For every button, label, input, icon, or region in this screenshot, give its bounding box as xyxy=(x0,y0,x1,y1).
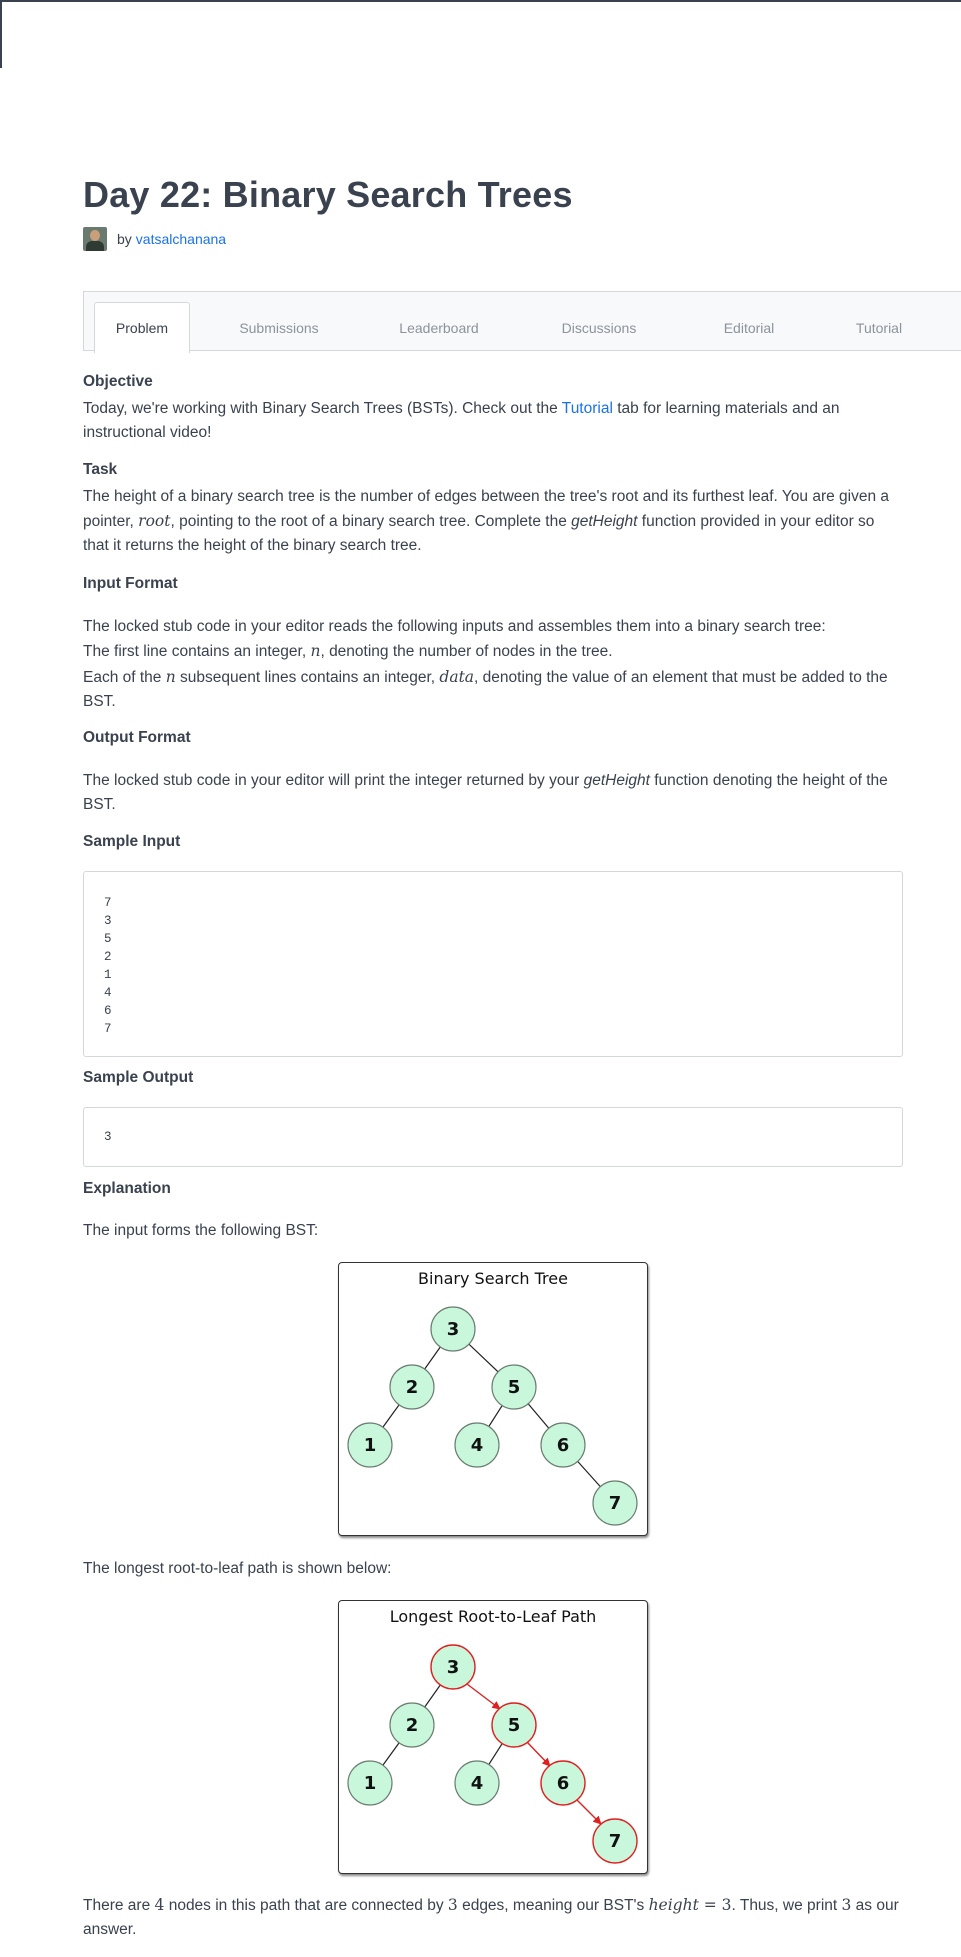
task-text: The height of a binary search tree is th… xyxy=(83,485,903,558)
tab-tutorial[interactable]: Tutorial xyxy=(824,304,934,352)
var-height: height xyxy=(648,1896,699,1914)
num-answer: 3 xyxy=(841,1896,852,1914)
task-text-b: , pointing to the root of a binary searc… xyxy=(170,513,572,530)
explanation-p1: The input forms the following BST: xyxy=(83,1222,319,1239)
input-p2-a: The first line contains an integer, xyxy=(83,643,311,660)
objective-heading: Objective xyxy=(83,373,153,390)
sample-output-box[interactable]: 3 xyxy=(83,1107,903,1167)
explanation-p2: The longest root-to-leaf path is shown b… xyxy=(83,1560,392,1577)
input-format-p1: The locked stub code in your editor read… xyxy=(83,618,826,635)
node-label-5: 5 xyxy=(508,1377,521,1398)
avatar-face xyxy=(90,230,100,241)
tutorial-link[interactable]: Tutorial xyxy=(562,400,613,417)
page-title: Day 22: Binary Search Trees xyxy=(83,174,573,215)
problem-tabs: Problem Submissions Leaderboard Discussi… xyxy=(83,291,961,353)
node-label-1: 1 xyxy=(364,1773,377,1794)
node-label-2: 2 xyxy=(406,1715,419,1736)
author-byline: by vatsalchanana xyxy=(83,226,226,252)
output-format-heading: Output Format xyxy=(83,729,191,746)
tab-submissions[interactable]: Submissions xyxy=(214,304,344,352)
input-format-heading: Input Format xyxy=(83,575,178,592)
input-p3-a: Each of the xyxy=(83,669,166,686)
expl-p3-d: . Thus, we print xyxy=(731,1897,842,1914)
output-format-text: The locked stub code in your editor will… xyxy=(83,769,903,817)
path-edge-6-7 xyxy=(576,1799,602,1825)
path-edge-3-5 xyxy=(466,1683,501,1710)
objective-text-a: Today, we're working with Binary Search … xyxy=(83,400,562,417)
node-label-6: 6 xyxy=(557,1435,570,1456)
tab-leaderboard[interactable]: Leaderboard xyxy=(374,304,504,352)
tab-problem[interactable]: Problem xyxy=(94,302,190,353)
expl-p3-a: There are xyxy=(83,1897,155,1914)
author-avatar[interactable] xyxy=(83,227,107,251)
input-p3-b: subsequent lines contains an integer, xyxy=(175,669,440,686)
objective-text: Today, we're working with Binary Search … xyxy=(83,397,903,445)
by-label: by xyxy=(117,231,132,247)
input-p2-b: , denoting the number of nodes in the tr… xyxy=(320,643,613,660)
var-data: data xyxy=(439,668,475,686)
explanation-heading: Explanation xyxy=(83,1180,171,1197)
sample-input-box[interactable]: 7 3 5 2 1 4 6 7 xyxy=(83,871,903,1057)
node-label-3: 3 xyxy=(447,1319,460,1340)
longest-path-figure: 3 2 5 1 4 6 7 Longest Root-to-Leaf Path xyxy=(338,1600,648,1874)
output-text-a: The locked stub code in your editor will… xyxy=(83,772,584,789)
num-nodes: 4 xyxy=(154,1896,165,1914)
sample-input-code: 7 3 5 2 1 4 6 7 xyxy=(104,896,112,1036)
expl-p3-b: nodes in this path that are connected by xyxy=(164,1897,448,1914)
fn-getheight-2: getHeight xyxy=(583,772,650,789)
avatar-body xyxy=(86,241,104,251)
author-link[interactable]: vatsalchanana xyxy=(136,231,226,247)
var-n-2: n xyxy=(165,668,176,686)
node-label-4: 4 xyxy=(471,1435,484,1456)
node-label-7: 7 xyxy=(609,1493,622,1514)
sample-input-heading: Sample Input xyxy=(83,833,181,850)
node-label-4: 4 xyxy=(471,1773,484,1794)
node-label-2: 2 xyxy=(406,1377,419,1398)
tab-editorial[interactable]: Editorial xyxy=(694,304,804,352)
num-edges: 3 xyxy=(447,1896,458,1914)
node-label-5: 5 xyxy=(508,1715,521,1736)
height-equation: = 3 xyxy=(698,1896,732,1914)
bst-figure: 3 2 5 1 4 6 7 Binary Search Tree xyxy=(338,1262,648,1536)
input-format-p3: Each of the n subsequent lines contains … xyxy=(83,665,903,714)
sample-output-code: 3 xyxy=(104,1130,112,1144)
longest-path-diagram: 3 2 5 1 4 6 7 xyxy=(347,1644,638,1864)
top-border xyxy=(0,0,961,2)
node-label-1: 1 xyxy=(364,1435,377,1456)
node-label-6: 6 xyxy=(557,1773,570,1794)
task-heading: Task xyxy=(83,461,118,478)
bst-figure-title: Binary Search Tree xyxy=(418,1269,568,1288)
tab-discussions[interactable]: Discussions xyxy=(534,304,664,352)
input-format-p2: The first line contains an integer, n, d… xyxy=(83,639,903,664)
node-label-7: 7 xyxy=(609,1831,622,1852)
var-n: n xyxy=(310,642,321,660)
left-border xyxy=(0,0,2,68)
sample-output-heading: Sample Output xyxy=(83,1069,194,1086)
fn-getheight: getHeight xyxy=(571,513,638,530)
var-root: root xyxy=(138,512,171,530)
bst-diagram: 3 2 5 1 4 6 7 xyxy=(347,1306,638,1526)
explanation-p3: There are 4 nodes in this path that are … xyxy=(83,1893,903,1942)
node-label-3: 3 xyxy=(447,1657,460,1678)
expl-p3-c: edges, meaning our BST's xyxy=(457,1897,649,1914)
path-edge-5-6 xyxy=(526,1741,551,1767)
path-figure-title: Longest Root-to-Leaf Path xyxy=(389,1607,597,1626)
